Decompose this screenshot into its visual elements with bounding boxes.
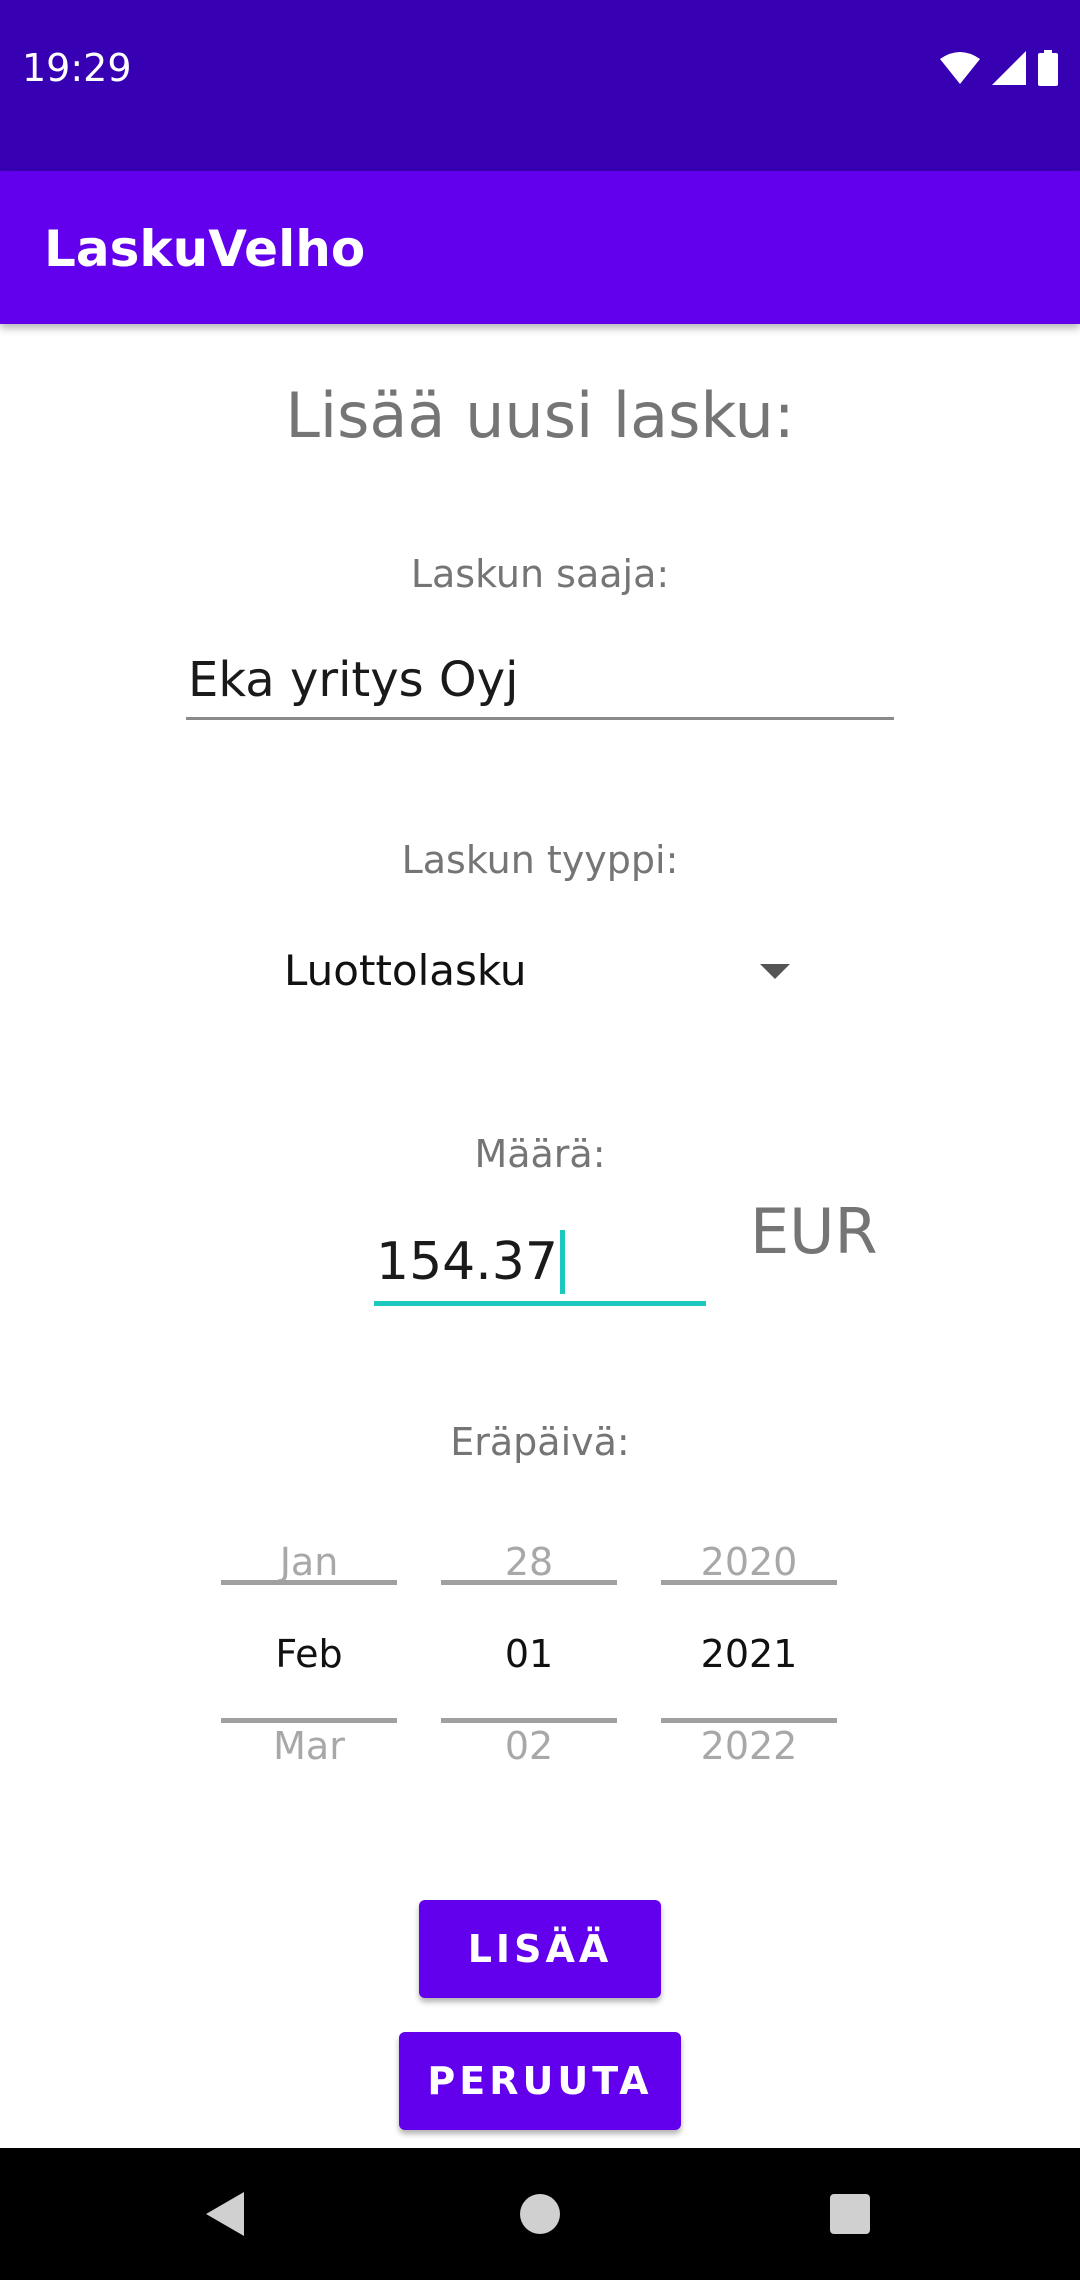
month-prev[interactable]: Jan: [221, 1540, 397, 1584]
text-cursor: [560, 1230, 565, 1294]
type-label: Laskun tyyppi:: [401, 838, 679, 882]
month-current[interactable]: Feb: [221, 1632, 397, 1676]
app-title: LaskuVelho: [44, 220, 366, 278]
day-current[interactable]: 01: [441, 1632, 617, 1676]
recipient-input[interactable]: Eka yritys Oyj: [186, 648, 894, 720]
due-date-label: Eräpäivä:: [450, 1420, 630, 1464]
back-icon[interactable]: [206, 2192, 244, 2236]
day-picker[interactable]: 28 01 02: [441, 1520, 617, 1780]
picker-divider: [441, 1718, 617, 1723]
recipient-value: Eka yritys Oyj: [188, 652, 519, 708]
dropdown-arrow-icon: [760, 964, 790, 979]
navigation-bar: [0, 2148, 1080, 2280]
picker-divider: [661, 1580, 837, 1585]
form-heading: Lisää uusi lasku:: [285, 379, 795, 452]
recipient-label: Laskun saaja:: [410, 552, 670, 596]
recents-icon[interactable]: [830, 2194, 870, 2234]
type-dropdown[interactable]: Luottolasku: [270, 940, 790, 1010]
battery-icon: [1038, 50, 1058, 86]
year-prev[interactable]: 2020: [661, 1540, 837, 1584]
picker-divider: [221, 1580, 397, 1585]
month-picker[interactable]: Jan Feb Mar: [221, 1520, 397, 1780]
status-bar: 19:29: [0, 0, 1080, 171]
app-bar: LaskuVelho: [0, 171, 1080, 324]
year-next[interactable]: 2022: [661, 1724, 837, 1768]
currency-label: EUR: [750, 1195, 878, 1268]
amount-label: Määrä:: [474, 1132, 606, 1176]
month-next[interactable]: Mar: [221, 1724, 397, 1768]
home-icon[interactable]: [520, 2194, 560, 2234]
day-prev[interactable]: 28: [441, 1540, 617, 1584]
status-icons: [940, 50, 1058, 86]
year-current[interactable]: 2021: [661, 1632, 837, 1676]
year-picker[interactable]: 2020 2021 2022: [661, 1520, 837, 1780]
type-value: Luottolasku: [284, 946, 527, 995]
picker-divider: [221, 1718, 397, 1723]
amount-input[interactable]: 154.37: [374, 1222, 706, 1306]
cancel-button[interactable]: PERUUTA: [399, 2032, 681, 2130]
status-time: 19:29: [22, 46, 132, 90]
picker-divider: [441, 1580, 617, 1585]
wifi-icon: [940, 52, 980, 84]
picker-divider: [661, 1718, 837, 1723]
add-button[interactable]: LISÄÄ: [419, 1900, 661, 1998]
amount-value: 154.37: [376, 1232, 558, 1292]
signal-icon: [992, 51, 1026, 85]
day-next[interactable]: 02: [441, 1724, 617, 1768]
